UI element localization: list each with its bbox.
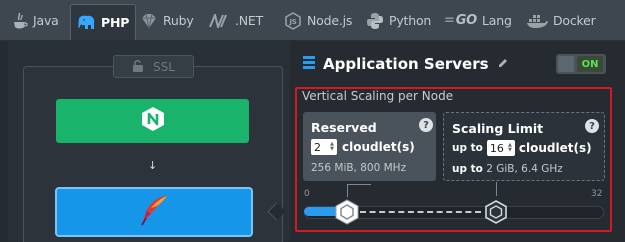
slider-min-label: 0 [304,189,310,199]
reserved-unit: cloudlet(s) [342,140,415,154]
dotnet-icon [208,13,230,28]
help-icon[interactable]: ? [419,118,433,132]
scaling-limit-card: Scaling Limit ? up to 16 ▲ ▼ cloudlet(s) … [443,112,605,181]
limit-row: up to 16 ▲ ▼ cloudlet(s) [452,140,592,156]
tab-label: Java [33,13,59,28]
reserved-stepper[interactable]: 2 ▲ ▼ [311,139,337,155]
python-icon [366,12,384,30]
language-tab-bar: Java PHP Ruby .NET JS Node.js Python = G… [0,0,625,41]
tab-go-lang[interactable]: = GO Lang [444,5,512,36]
app-servers-header: Application Servers [303,55,508,73]
stepper-arrows-icon[interactable]: ▲ ▼ [330,142,334,152]
limit-connector [496,182,497,196]
limit-value: 16 [489,141,504,155]
tab-nodejs[interactable]: JS Node.js [284,5,352,36]
limit-info: 2 GiB, 6.4 GHz [486,163,563,175]
tab-label: .NET [235,13,264,28]
ruby-icon [140,13,158,29]
tab-docker[interactable]: Docker [526,5,596,36]
apache-app-server-node[interactable] [55,187,253,237]
toggle-label: ON [577,56,603,72]
tab-python[interactable]: Python [366,5,431,36]
toggle-knob [558,56,574,72]
reserved-connector-v [347,184,348,197]
limit-unit: cloudlet(s) [518,141,592,155]
scaling-limit-title: Scaling Limit [452,121,544,136]
tab-ruby[interactable]: Ruby [140,5,194,36]
limit-slider-handle[interactable] [483,199,509,225]
php-elephant-icon [76,15,96,31]
java-icon [12,12,28,30]
nginx-icon [141,106,165,136]
app-servers-title: Application Servers [323,55,489,73]
limit-info-prefix: up to [452,163,483,175]
tab-dotnet[interactable]: .NET [208,5,263,36]
list-icon [303,55,315,73]
tab-label: Python [389,13,432,28]
svg-text:JS: JS [288,18,296,26]
reserved-resources: 256 MiB, 800 MHz [311,162,407,174]
edit-pencil-icon[interactable] [497,55,508,73]
limit-stepper[interactable]: 16 ▲ ▼ [486,140,515,156]
slider-max-label: 32 [591,189,603,199]
tab-java[interactable]: Java [12,5,59,36]
reserved-connector [347,184,371,185]
limit-resources: up to 2 GiB, 6.4 GHz [452,163,563,175]
vertical-scaling-title: Vertical Scaling per Node [302,89,454,103]
stepper-arrows-icon[interactable]: ▲ ▼ [508,143,512,153]
tab-label: Lang [482,13,512,28]
ssl-label: SSL [153,59,175,74]
down-arrow-icon: ↓ [148,159,158,172]
reserved-value: 2 [314,140,321,154]
tab-label: Docker [553,13,596,28]
limit-prefix: up to [452,142,483,154]
reserved-slider-handle[interactable] [334,199,360,225]
tab-php[interactable]: PHP [70,4,137,40]
lock-icon [132,59,145,75]
tab-label: Node.js [307,13,353,28]
tab-label: PHP [101,15,130,30]
app-servers-toggle[interactable]: ON [556,54,606,74]
reserved-title: Reserved [311,120,377,135]
nginx-load-balancer-node[interactable] [56,99,249,143]
reserved-row: 2 ▲ ▼ cloudlet(s) [311,139,415,155]
ssl-toggle[interactable]: SSL [113,55,194,78]
reserved-cloudlets-card: Reserved ? 2 ▲ ▼ cloudlet(s) 256 MiB, 800… [303,112,436,181]
go-icon: = GO [444,13,478,28]
scaling-range-dashes [360,211,481,213]
help-icon[interactable]: ? [585,119,599,133]
docker-icon [526,13,548,29]
nodejs-icon: JS [284,11,302,30]
tab-label: Ruby [163,13,194,28]
apache-feather-icon [137,194,171,230]
